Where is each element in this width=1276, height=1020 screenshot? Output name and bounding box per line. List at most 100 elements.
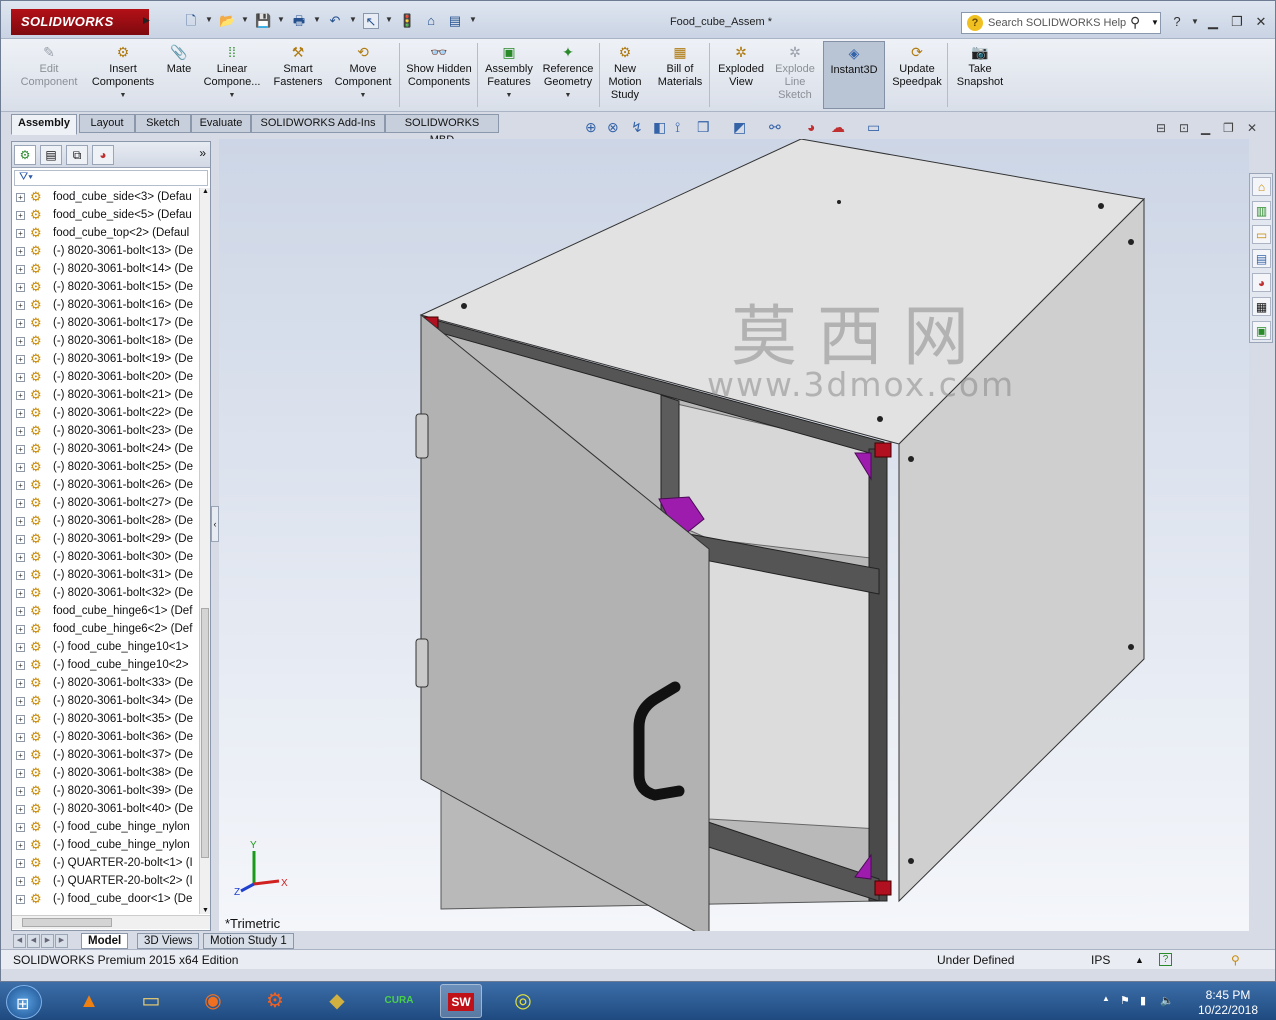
viewport-split-icon[interactable]: ⊟ [1156, 121, 1166, 135]
show-hidden-tray-icon[interactable]: ▲ [1102, 994, 1110, 1003]
configuration-manager-tab-icon[interactable]: ⧉ [66, 145, 88, 165]
help-icon[interactable]: ? [1169, 14, 1185, 29]
search-icon[interactable]: ⚲ [1130, 14, 1140, 31]
bill-of-materials-button[interactable]: ▦ Bill of Materials [653, 43, 707, 89]
insert-components-button[interactable]: ⚙ Insert Components ▼ [87, 43, 159, 102]
solidworks-logo[interactable]: SOLIDWORKS [11, 9, 149, 35]
expand-icon[interactable]: + [16, 823, 25, 832]
expand-icon[interactable]: + [16, 697, 25, 706]
expand-icon[interactable]: + [16, 463, 25, 472]
search-help-input[interactable]: ? Search SOLIDWORKS Help ⚲ ▼ [961, 12, 1161, 34]
print-icon[interactable]: 🖶 [291, 13, 307, 29]
reference-geometry-dropdown-icon[interactable]: ▼ [539, 89, 597, 102]
options-dropdown-icon[interactable]: ▼ [469, 15, 477, 24]
firefox-icon[interactable]: ◉ [192, 984, 234, 1018]
expand-icon[interactable]: + [16, 877, 25, 886]
select-dropdown-icon[interactable]: ▼ [385, 15, 393, 24]
tab-assembly[interactable]: Assembly [11, 114, 77, 135]
tree-item[interactable]: + ⚙ (-) food_cube_hinge_nylon [12, 836, 198, 854]
expand-icon[interactable]: + [16, 409, 25, 418]
tree-item[interactable]: + ⚙ (-) 8020-3061-bolt<29> (De [12, 530, 198, 548]
action-center-icon[interactable]: ⚑ [1120, 994, 1130, 1007]
design-library-icon[interactable]: ▥ [1252, 201, 1271, 220]
tree-item[interactable]: + ⚙ (-) 8020-3061-bolt<14> (De [12, 260, 198, 278]
tree-item[interactable]: + ⚙ (-) 8020-3061-bolt<21> (De [12, 386, 198, 404]
hscroll-thumb[interactable] [22, 918, 112, 927]
assembly-features-button[interactable]: ▣ Assembly Features ▼ [481, 43, 537, 102]
tree-vertical-scrollbar[interactable]: ▲ ▼ [199, 188, 210, 914]
rebuild-icon[interactable]: 🚦 [399, 13, 415, 29]
file-properties-icon[interactable]: ⌂ [423, 13, 439, 29]
tree-item[interactable]: + ⚙ (-) 8020-3061-bolt<32> (De [12, 584, 198, 602]
tree-item[interactable]: + ⚙ (-) 8020-3061-bolt<38> (De [12, 764, 198, 782]
tab-solidworks-mbd[interactable]: SOLIDWORKS MBD [385, 114, 499, 146]
tree-item[interactable]: + ⚙ (-) 8020-3061-bolt<37> (De [12, 746, 198, 764]
expand-icon[interactable]: + [16, 355, 25, 364]
expand-icon[interactable]: + [16, 517, 25, 526]
view-settings-icon[interactable]: ▭ [867, 119, 880, 136]
restore-icon[interactable]: ❐ [1229, 14, 1245, 30]
new-motion-study-button[interactable]: ⚙ New Motion Study [603, 43, 647, 102]
doc-close-icon[interactable]: ✕ [1247, 121, 1257, 135]
undo-icon[interactable]: ↶ [327, 13, 343, 29]
tree-item[interactable]: + ⚙ (-) 8020-3061-bolt<18> (De [12, 332, 198, 350]
tree-horizontal-scrollbar[interactable] [12, 915, 210, 929]
expand-icon[interactable]: + [16, 589, 25, 598]
scroll-up-icon[interactable]: ▲ [200, 188, 211, 195]
instant3d-button[interactable]: ◈ Instant3D [823, 41, 885, 109]
tab-solidworks-add-ins[interactable]: SOLIDWORKS Add-Ins [251, 114, 385, 133]
tree-item[interactable]: + ⚙ (-) 8020-3061-bolt<30> (De [12, 548, 198, 566]
reference-geometry-button[interactable]: ✦ Reference Geometry ▼ [539, 43, 597, 102]
expand-icon[interactable]: + [16, 787, 25, 796]
edit-appearance-icon[interactable]: ◕ [807, 119, 815, 135]
search-dropdown-icon[interactable]: ▼ [1151, 18, 1159, 27]
dynamic-annotation-icon[interactable]: ⟟ [675, 119, 680, 136]
tree-item[interactable]: + ⚙ (-) 8020-3061-bolt<13> (De [12, 242, 198, 260]
save-dropdown-icon[interactable]: ▼ [277, 15, 285, 24]
menu-expand-arrow-icon[interactable]: ▶ [143, 15, 150, 26]
expand-icon[interactable]: + [16, 301, 25, 310]
tree-item[interactable]: + ⚙ (-) 8020-3061-bolt<33> (De [12, 674, 198, 692]
tab-evaluate[interactable]: Evaluate [191, 114, 251, 133]
exploded-view-button[interactable]: ✲ Exploded View [713, 43, 769, 89]
tab-layout[interactable]: Layout [79, 114, 135, 133]
tree-item[interactable]: + ⚙ (-) 8020-3061-bolt<16> (De [12, 296, 198, 314]
next-tab-icon[interactable]: ▶ [41, 934, 54, 948]
options-icon[interactable]: ▤ [447, 13, 463, 29]
tree-item[interactable]: + ⚙ (-) 8020-3061-bolt<22> (De [12, 404, 198, 422]
rebuild-status-icon[interactable]: ⚲ [1231, 953, 1240, 967]
expand-icon[interactable]: + [16, 247, 25, 256]
tree-item[interactable]: + ⚙ (-) 8020-3061-bolt<19> (De [12, 350, 198, 368]
expand-icon[interactable]: + [16, 481, 25, 490]
expand-icon[interactable]: + [16, 319, 25, 328]
tab-sketch[interactable]: Sketch [135, 114, 191, 133]
graphics-area[interactable]: Y X Z [219, 139, 1249, 931]
tree-item[interactable]: + ⚙ (-) 8020-3061-bolt<35> (De [12, 710, 198, 728]
tree-item[interactable]: + ⚙ (-) 8020-3061-bolt<25> (De [12, 458, 198, 476]
tab-3d-views[interactable]: 3D Views [137, 933, 200, 949]
tree-item[interactable]: + ⚙ food_cube_hinge6<1> (Def [12, 602, 198, 620]
expand-icon[interactable]: + [16, 859, 25, 868]
scroll-down-icon[interactable]: ▼ [200, 907, 211, 914]
tree-item[interactable]: + ⚙ food_cube_side<3> (Defau [12, 188, 198, 206]
update-speedpak-button[interactable]: ⟳ Update Speedpak [889, 43, 945, 89]
first-tab-icon[interactable]: ◀ [13, 934, 26, 948]
explorer-icon[interactable]: ▭ [130, 984, 172, 1018]
expand-icon[interactable]: + [16, 733, 25, 742]
open-icon[interactable]: 📂 [219, 13, 235, 29]
units-label[interactable]: IPS [1091, 953, 1110, 967]
display-style-icon[interactable]: ◩ [733, 119, 746, 136]
linear-pattern-dropdown-icon[interactable]: ▼ [199, 89, 265, 102]
expand-icon[interactable]: + [16, 283, 25, 292]
panel-collapse-handle[interactable]: ‹ [211, 506, 219, 542]
display-manager-tab-icon[interactable]: ◕ [92, 145, 114, 165]
expand-icon[interactable]: + [16, 553, 25, 562]
undo-dropdown-icon[interactable]: ▼ [349, 15, 357, 24]
custom-properties-icon[interactable]: ▦ [1252, 297, 1271, 316]
last-tab-icon[interactable]: ▶ [55, 934, 68, 948]
insert-components-dropdown-icon[interactable]: ▼ [87, 89, 159, 102]
expand-icon[interactable]: + [16, 499, 25, 508]
tree-item[interactable]: + ⚙ (-) food_cube_hinge_nylon [12, 818, 198, 836]
assembly-features-dropdown-icon[interactable]: ▼ [481, 89, 537, 102]
expand-icon[interactable]: + [16, 661, 25, 670]
